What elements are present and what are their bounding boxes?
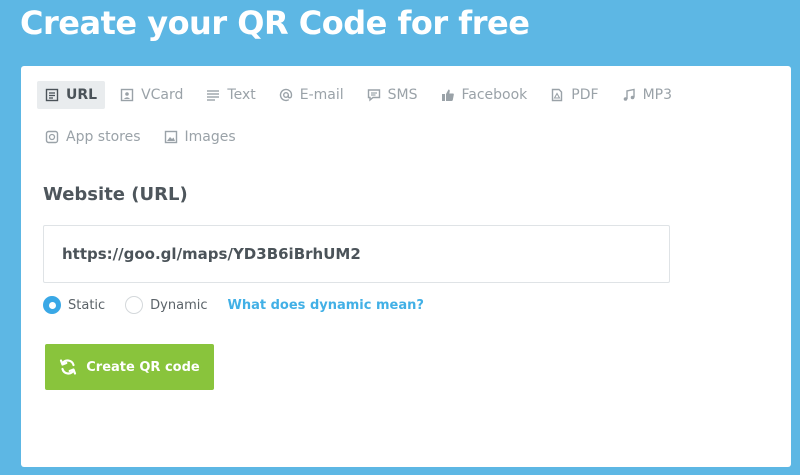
chat-bubble-icon: [367, 88, 381, 102]
radio-static[interactable]: Static: [43, 296, 105, 314]
content-type-tabs: URL VCard Text E-mail SMS Facebook PDF M…: [37, 81, 757, 165]
tab-facebook[interactable]: Facebook: [433, 81, 536, 109]
tab-vcard-label: VCard: [141, 87, 184, 103]
tab-email[interactable]: E-mail: [271, 81, 352, 109]
at-sign-icon: [279, 88, 293, 102]
radio-dynamic-indicator[interactable]: [125, 296, 144, 314]
image-icon: [164, 130, 178, 144]
tab-vcard[interactable]: VCard: [112, 81, 191, 109]
tab-text[interactable]: Text: [198, 81, 263, 109]
tab-pdf[interactable]: PDF: [542, 81, 606, 109]
contact-card-icon: [120, 88, 134, 102]
tab-sms[interactable]: SMS: [359, 81, 426, 109]
create-qr-button-label: Create QR code: [86, 359, 200, 375]
tab-facebook-label: Facebook: [461, 87, 528, 103]
page-title: Create your QR Code for free: [20, 4, 530, 42]
tab-sms-label: SMS: [387, 87, 418, 103]
tab-url-label: URL: [66, 87, 98, 103]
tab-email-label: E-mail: [299, 87, 344, 103]
pdf-file-icon: [550, 88, 564, 102]
radio-dynamic-label: Dynamic: [150, 297, 208, 313]
website-url-label: Website (URL): [43, 184, 188, 205]
qr-type-options: Static Dynamic What does dynamic mean?: [43, 294, 424, 316]
radio-static-label: Static: [68, 297, 106, 313]
tab-images-label: Images: [184, 129, 236, 145]
document-icon: [45, 88, 59, 102]
tab-app-stores[interactable]: App stores: [37, 123, 149, 151]
tab-app-stores-label: App stores: [66, 129, 141, 145]
tab-pdf-label: PDF: [571, 87, 599, 103]
qr-generator-panel: URL VCard Text E-mail SMS Facebook PDF M…: [21, 66, 791, 467]
tab-mp3[interactable]: MP3: [614, 81, 680, 109]
tab-url[interactable]: URL: [37, 81, 106, 109]
text-lines-icon: [206, 88, 220, 102]
music-note-icon: [622, 88, 636, 102]
tab-mp3-label: MP3: [642, 87, 673, 103]
dynamic-help-link[interactable]: What does dynamic mean?: [228, 298, 424, 313]
tab-text-label: Text: [227, 87, 256, 103]
radio-dynamic[interactable]: Dynamic: [125, 296, 208, 314]
thumbs-up-icon: [441, 88, 455, 102]
create-qr-button[interactable]: Create QR code: [45, 344, 214, 390]
refresh-icon: [59, 358, 77, 376]
radio-static-indicator[interactable]: [43, 296, 61, 314]
tab-images[interactable]: Images: [156, 123, 244, 151]
tab-row-1: URL VCard Text E-mail SMS Facebook PDF M…: [37, 81, 757, 109]
tab-row-2: App stores Images: [37, 123, 757, 151]
app-store-icon: [45, 130, 59, 144]
url-input[interactable]: [43, 225, 670, 283]
